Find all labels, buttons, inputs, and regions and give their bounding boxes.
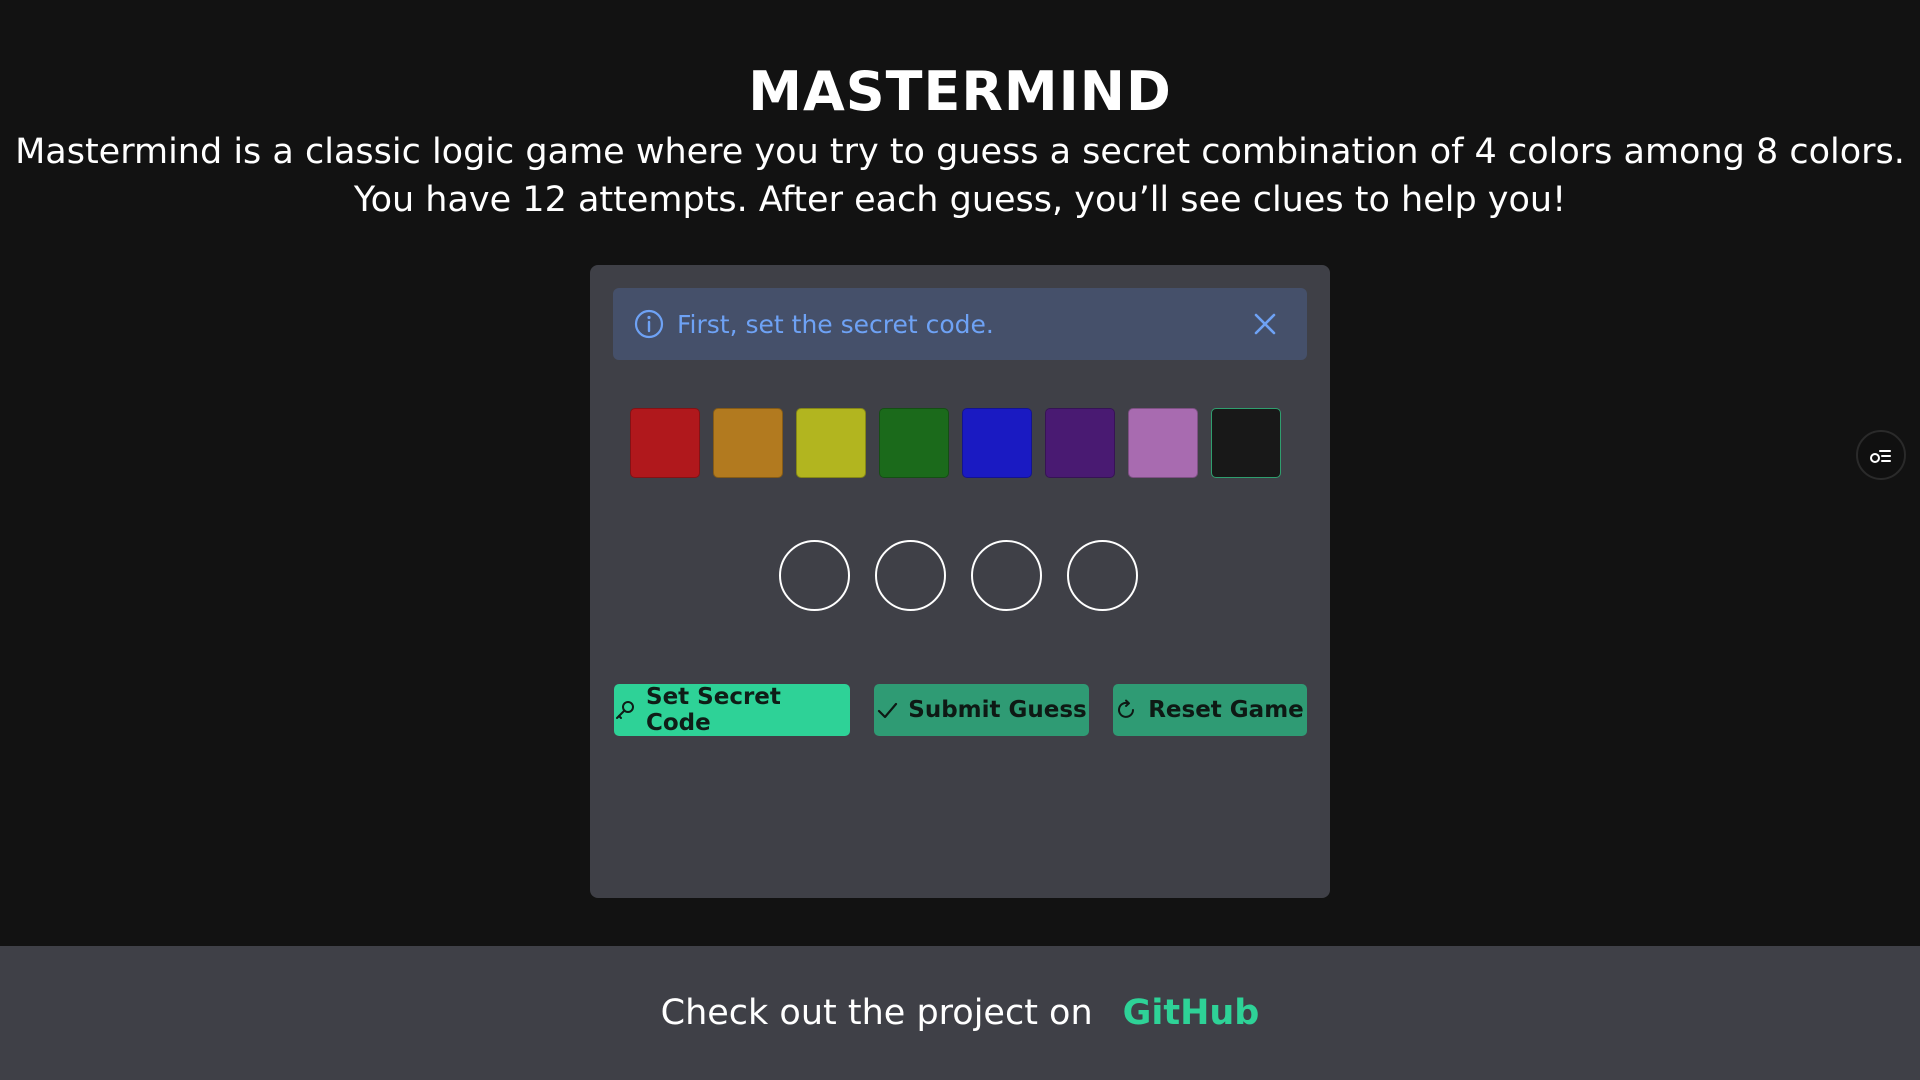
color-swatch[interactable] bbox=[879, 408, 949, 478]
color-swatch[interactable] bbox=[713, 408, 783, 478]
page-title: MASTERMIND bbox=[748, 60, 1172, 123]
submit-guess-button[interactable]: Submit Guess bbox=[874, 684, 1089, 736]
game-board: First, set the secret code. Set Secret C… bbox=[590, 265, 1330, 898]
color-swatch[interactable] bbox=[630, 408, 700, 478]
footer: Check out the project on GitHub bbox=[0, 946, 1920, 1080]
info-alert: First, set the secret code. bbox=[613, 288, 1307, 360]
code-slots bbox=[779, 540, 1138, 611]
header: MASTERMIND Mastermind is a classic logic… bbox=[0, 56, 1920, 224]
reset-game-label: Reset Game bbox=[1148, 697, 1304, 723]
reset-game-button[interactable]: Reset Game bbox=[1113, 684, 1307, 736]
set-secret-code-label: Set Secret Code bbox=[646, 684, 781, 736]
color-swatch[interactable] bbox=[1211, 408, 1281, 478]
settings-toggle-button[interactable] bbox=[1856, 430, 1906, 480]
color-swatch[interactable] bbox=[1128, 408, 1198, 478]
footer-text: Check out the project on bbox=[660, 993, 1093, 1033]
color-swatch[interactable] bbox=[1045, 408, 1115, 478]
toggle-settings-icon bbox=[1868, 442, 1894, 468]
alert-message: First, set the secret code. bbox=[677, 309, 994, 339]
color-palette bbox=[630, 408, 1281, 478]
game-description: Mastermind is a classic logic game where… bbox=[15, 132, 1905, 220]
close-icon[interactable] bbox=[1249, 308, 1281, 340]
code-slot[interactable] bbox=[971, 540, 1042, 611]
check-icon bbox=[876, 699, 898, 721]
page: MASTERMIND Mastermind is a classic logic… bbox=[0, 0, 1920, 1080]
code-slot[interactable] bbox=[875, 540, 946, 611]
info-icon bbox=[633, 308, 665, 340]
color-swatch[interactable] bbox=[962, 408, 1032, 478]
code-slot[interactable] bbox=[779, 540, 850, 611]
action-buttons: Set Secret Code Submit Guess Reset Game bbox=[614, 684, 1308, 736]
color-swatch[interactable] bbox=[796, 408, 866, 478]
refresh-icon bbox=[1116, 699, 1138, 721]
key-icon bbox=[614, 699, 636, 721]
set-secret-code-button[interactable]: Set Secret Code bbox=[614, 684, 850, 736]
code-slot[interactable] bbox=[1067, 540, 1138, 611]
github-link[interactable]: GitHub bbox=[1123, 993, 1260, 1033]
submit-guess-label: Submit Guess bbox=[908, 697, 1087, 723]
